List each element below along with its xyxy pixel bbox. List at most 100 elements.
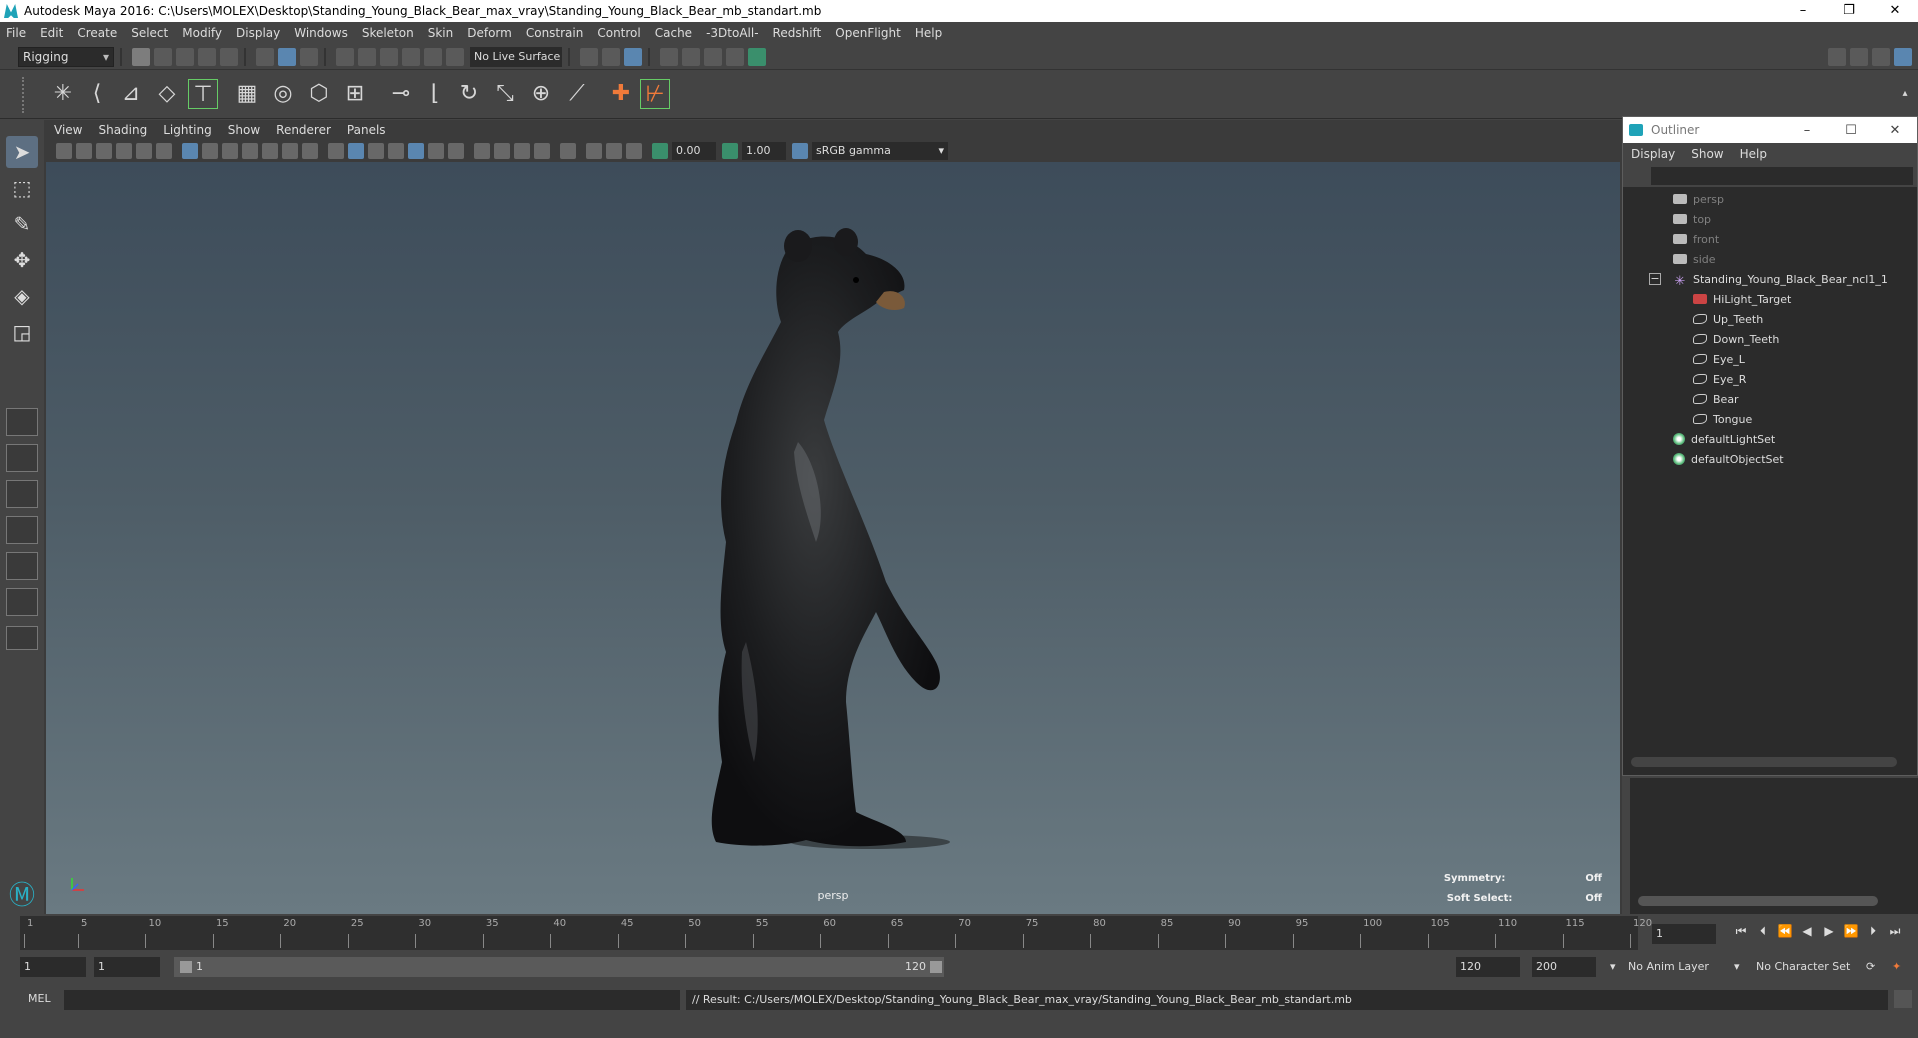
- snap-live-icon[interactable]: [424, 47, 442, 66]
- step-back-frame-icon[interactable]: ⏴: [1752, 924, 1774, 939]
- outliner-menu-show[interactable]: Show: [1691, 147, 1723, 161]
- outliner-item[interactable]: defaultObjectSet: [1673, 449, 1784, 469]
- menu-select[interactable]: Select: [131, 26, 168, 40]
- single-perspective-layout-icon[interactable]: [6, 408, 38, 436]
- menu-modify[interactable]: Modify: [182, 26, 222, 40]
- menu-deform[interactable]: Deform: [467, 26, 512, 40]
- shadows-icon[interactable]: [448, 143, 464, 159]
- outliner-close-button[interactable]: ✕: [1873, 123, 1917, 138]
- select-tool-icon[interactable]: ➤: [6, 136, 38, 168]
- safe-title-icon[interactable]: [302, 143, 318, 159]
- collapse-icon[interactable]: −: [1649, 273, 1661, 285]
- aim-constraint-icon[interactable]: ⌊: [420, 79, 450, 109]
- panel-menu-renderer[interactable]: Renderer: [276, 123, 331, 137]
- scale-constraint-icon[interactable]: ⤡: [490, 79, 520, 109]
- redo-icon[interactable]: [220, 47, 238, 66]
- animation-prefs-icon[interactable]: ✦: [1888, 957, 1908, 977]
- xray-joints-icon[interactable]: [606, 143, 622, 159]
- outliner-item[interactable]: Tongue: [1693, 409, 1752, 429]
- magnet-icon[interactable]: [446, 47, 464, 66]
- undo-icon[interactable]: [198, 47, 216, 66]
- outliner-maximize-button[interactable]: ☐: [1829, 123, 1873, 138]
- play-forwards-icon[interactable]: ▶: [1818, 924, 1840, 939]
- field-chart-icon[interactable]: [262, 143, 278, 159]
- cluster-icon[interactable]: ⬡: [304, 79, 334, 109]
- xray-icon[interactable]: [586, 143, 602, 159]
- bind-skin-icon[interactable]: ◇: [152, 79, 182, 109]
- panel-menu-show[interactable]: Show: [228, 123, 260, 137]
- step-back-key-icon[interactable]: ⏪: [1774, 924, 1796, 939]
- restore-button[interactable]: ❐: [1826, 0, 1872, 22]
- render-settings-icon[interactable]: [726, 47, 744, 66]
- hypershade-layout-icon[interactable]: [6, 588, 38, 616]
- blend-shape-icon[interactable]: ⊞: [340, 79, 370, 109]
- menu-skeleton[interactable]: Skeleton: [362, 26, 414, 40]
- paint-weights-icon[interactable]: ▦: [232, 79, 262, 109]
- go-to-end-icon[interactable]: ⏭: [1884, 924, 1906, 939]
- anim-layer-select[interactable]: No Anim Layer: [1624, 957, 1744, 977]
- wireframe-icon[interactable]: [328, 143, 344, 159]
- outliner-horizontal-scrollbar[interactable]: [1631, 757, 1897, 767]
- scale-tool-icon[interactable]: ◲: [6, 316, 38, 348]
- paint-select-icon[interactable]: ✎: [6, 208, 38, 240]
- joint-tool-icon[interactable]: ✳: [48, 79, 78, 109]
- panel-menu-lighting[interactable]: Lighting: [163, 123, 212, 137]
- snap-view-plane-icon[interactable]: [402, 47, 420, 66]
- range-dropdown-arrow[interactable]: ▾: [1606, 957, 1618, 977]
- channel-box-icon[interactable]: [1894, 47, 1912, 66]
- xray-components-icon[interactable]: [626, 143, 642, 159]
- auto-key-icon[interactable]: ⟳: [1862, 957, 1882, 977]
- motion-blur-icon[interactable]: [494, 143, 510, 159]
- close-button[interactable]: ✕: [1872, 0, 1918, 22]
- shelf-scroll-icon[interactable]: ▴: [1898, 79, 1912, 109]
- four-view-layout-icon[interactable]: [6, 444, 38, 472]
- panel-menu-panels[interactable]: Panels: [347, 123, 386, 137]
- time-slider-track[interactable]: 1 5 10 15 20 25 30 35 40 45 50 55 60 65 70 75 80 85 90 95 10…: [20, 916, 1652, 950]
- input-ops-icon[interactable]: [580, 47, 598, 66]
- viewport-3d[interactable]: Symmetry: Off Soft Select: Off persp: [46, 162, 1620, 914]
- outliner-menu-help[interactable]: Help: [1740, 147, 1767, 161]
- outliner-item[interactable]: Up_Teeth: [1693, 309, 1763, 329]
- screen-space-ao-icon[interactable]: [474, 143, 490, 159]
- grease-pencil-icon[interactable]: [156, 143, 172, 159]
- panel-menu-view[interactable]: View: [54, 123, 82, 137]
- menu-cache[interactable]: Cache: [655, 26, 692, 40]
- gamma-icon[interactable]: [722, 143, 738, 159]
- character-set-select[interactable]: No Character Set: [1752, 957, 1862, 977]
- use-all-lights-icon[interactable]: [428, 143, 444, 159]
- playback-start-field[interactable]: 1: [94, 957, 160, 977]
- gamma-field[interactable]: 1.00: [742, 142, 786, 160]
- panel-menu-shading[interactable]: Shading: [98, 123, 147, 137]
- outliner-item[interactable]: top: [1673, 209, 1711, 229]
- command-language-label[interactable]: MEL: [28, 992, 51, 1005]
- render-frame-icon[interactable]: [682, 47, 700, 66]
- anti-aliasing-icon[interactable]: [514, 143, 530, 159]
- exposure-icon[interactable]: [652, 143, 668, 159]
- outliner-item[interactable]: HiLight_Target: [1693, 289, 1791, 309]
- interactive-bind-icon[interactable]: ⊤: [188, 79, 218, 109]
- safe-action-icon[interactable]: [282, 143, 298, 159]
- current-frame-field[interactable]: 1: [1652, 924, 1716, 944]
- wireframe-on-shaded-icon[interactable]: [388, 143, 404, 159]
- outliner-item[interactable]: − ✳ Standing_Young_Black_Bear_ncl1_1: [1649, 269, 1888, 289]
- minimize-button[interactable]: –: [1780, 0, 1826, 22]
- select-object-icon[interactable]: [278, 47, 296, 66]
- save-scene-icon[interactable]: [176, 47, 194, 66]
- outliner-minimize-button[interactable]: –: [1785, 123, 1829, 138]
- go-to-start-icon[interactable]: ⏮: [1730, 924, 1752, 939]
- menu-constrain[interactable]: Constrain: [526, 26, 584, 40]
- menu-3dtoall[interactable]: -3DtoAll-: [706, 26, 758, 40]
- select-component-icon[interactable]: [300, 47, 318, 66]
- command-input[interactable]: [64, 990, 680, 1010]
- script-editor-icon[interactable]: [1894, 990, 1912, 1008]
- modeling-toolkit-icon[interactable]: [1828, 47, 1846, 66]
- outliner-item[interactable]: front: [1673, 229, 1719, 249]
- move-tool-icon[interactable]: ✥: [6, 244, 38, 276]
- snap-grid-icon[interactable]: [336, 47, 354, 66]
- persp-outliner-layout-icon[interactable]: [6, 480, 38, 508]
- layout-options-icon[interactable]: [6, 626, 38, 650]
- snap-curve-icon[interactable]: [358, 47, 376, 66]
- image-plane-icon[interactable]: [116, 143, 132, 159]
- step-forward-key-icon[interactable]: ⏩: [1840, 924, 1862, 939]
- select-hierarchy-icon[interactable]: [256, 47, 274, 66]
